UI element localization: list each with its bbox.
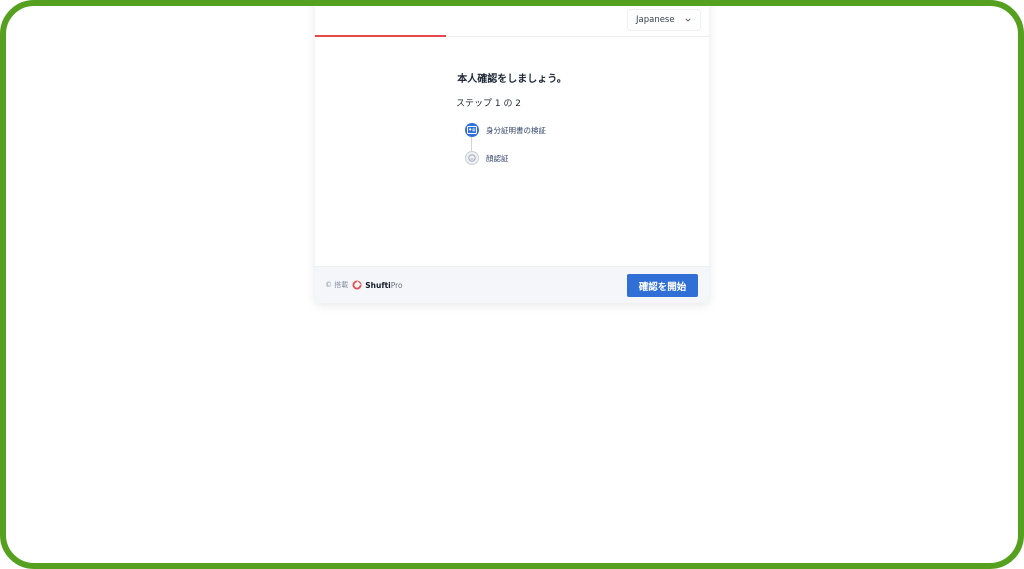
screenshot-frame: Japanese 本人確認をしましょう。 ステップ 1 の 2 身分証明書の検証 [0, 0, 1024, 569]
step-label: 顔認証 [486, 153, 509, 163]
logo-name-light: Pro [390, 280, 403, 290]
step-label: 身分証明書の検証 [486, 125, 546, 135]
logo-icon [352, 280, 362, 290]
shufti-pro-logo: Shufti Pro [352, 280, 403, 290]
language-select-value: Japanese [636, 15, 675, 25]
start-verification-button[interactable]: 確認を開始 [627, 274, 698, 297]
logo-name-bold: Shufti [365, 280, 391, 290]
step-connector [471, 137, 472, 151]
powered-by: © 搭載 Shufti Pro [325, 280, 403, 290]
card-header: Japanese [315, 6, 709, 37]
id-card-icon [465, 123, 479, 137]
step-item-face-verification: 顔認証 [465, 151, 509, 165]
face-icon [465, 151, 479, 165]
chevron-down-icon [685, 18, 691, 22]
powered-by-text: © 搭載 [325, 281, 349, 289]
card-footer: © 搭載 Shufti Pro 確認を開始 [315, 266, 709, 303]
step-item-id-verification: 身分証明書の検証 [465, 123, 546, 137]
progress-bar [315, 35, 446, 37]
language-select[interactable]: Japanese [627, 9, 701, 31]
page-title: 本人確認をしましょう。 [457, 74, 567, 85]
step-counter: ステップ 1 の 2 [456, 99, 522, 109]
verification-card: Japanese 本人確認をしましょう。 ステップ 1 の 2 身分証明書の検証 [315, 6, 709, 303]
